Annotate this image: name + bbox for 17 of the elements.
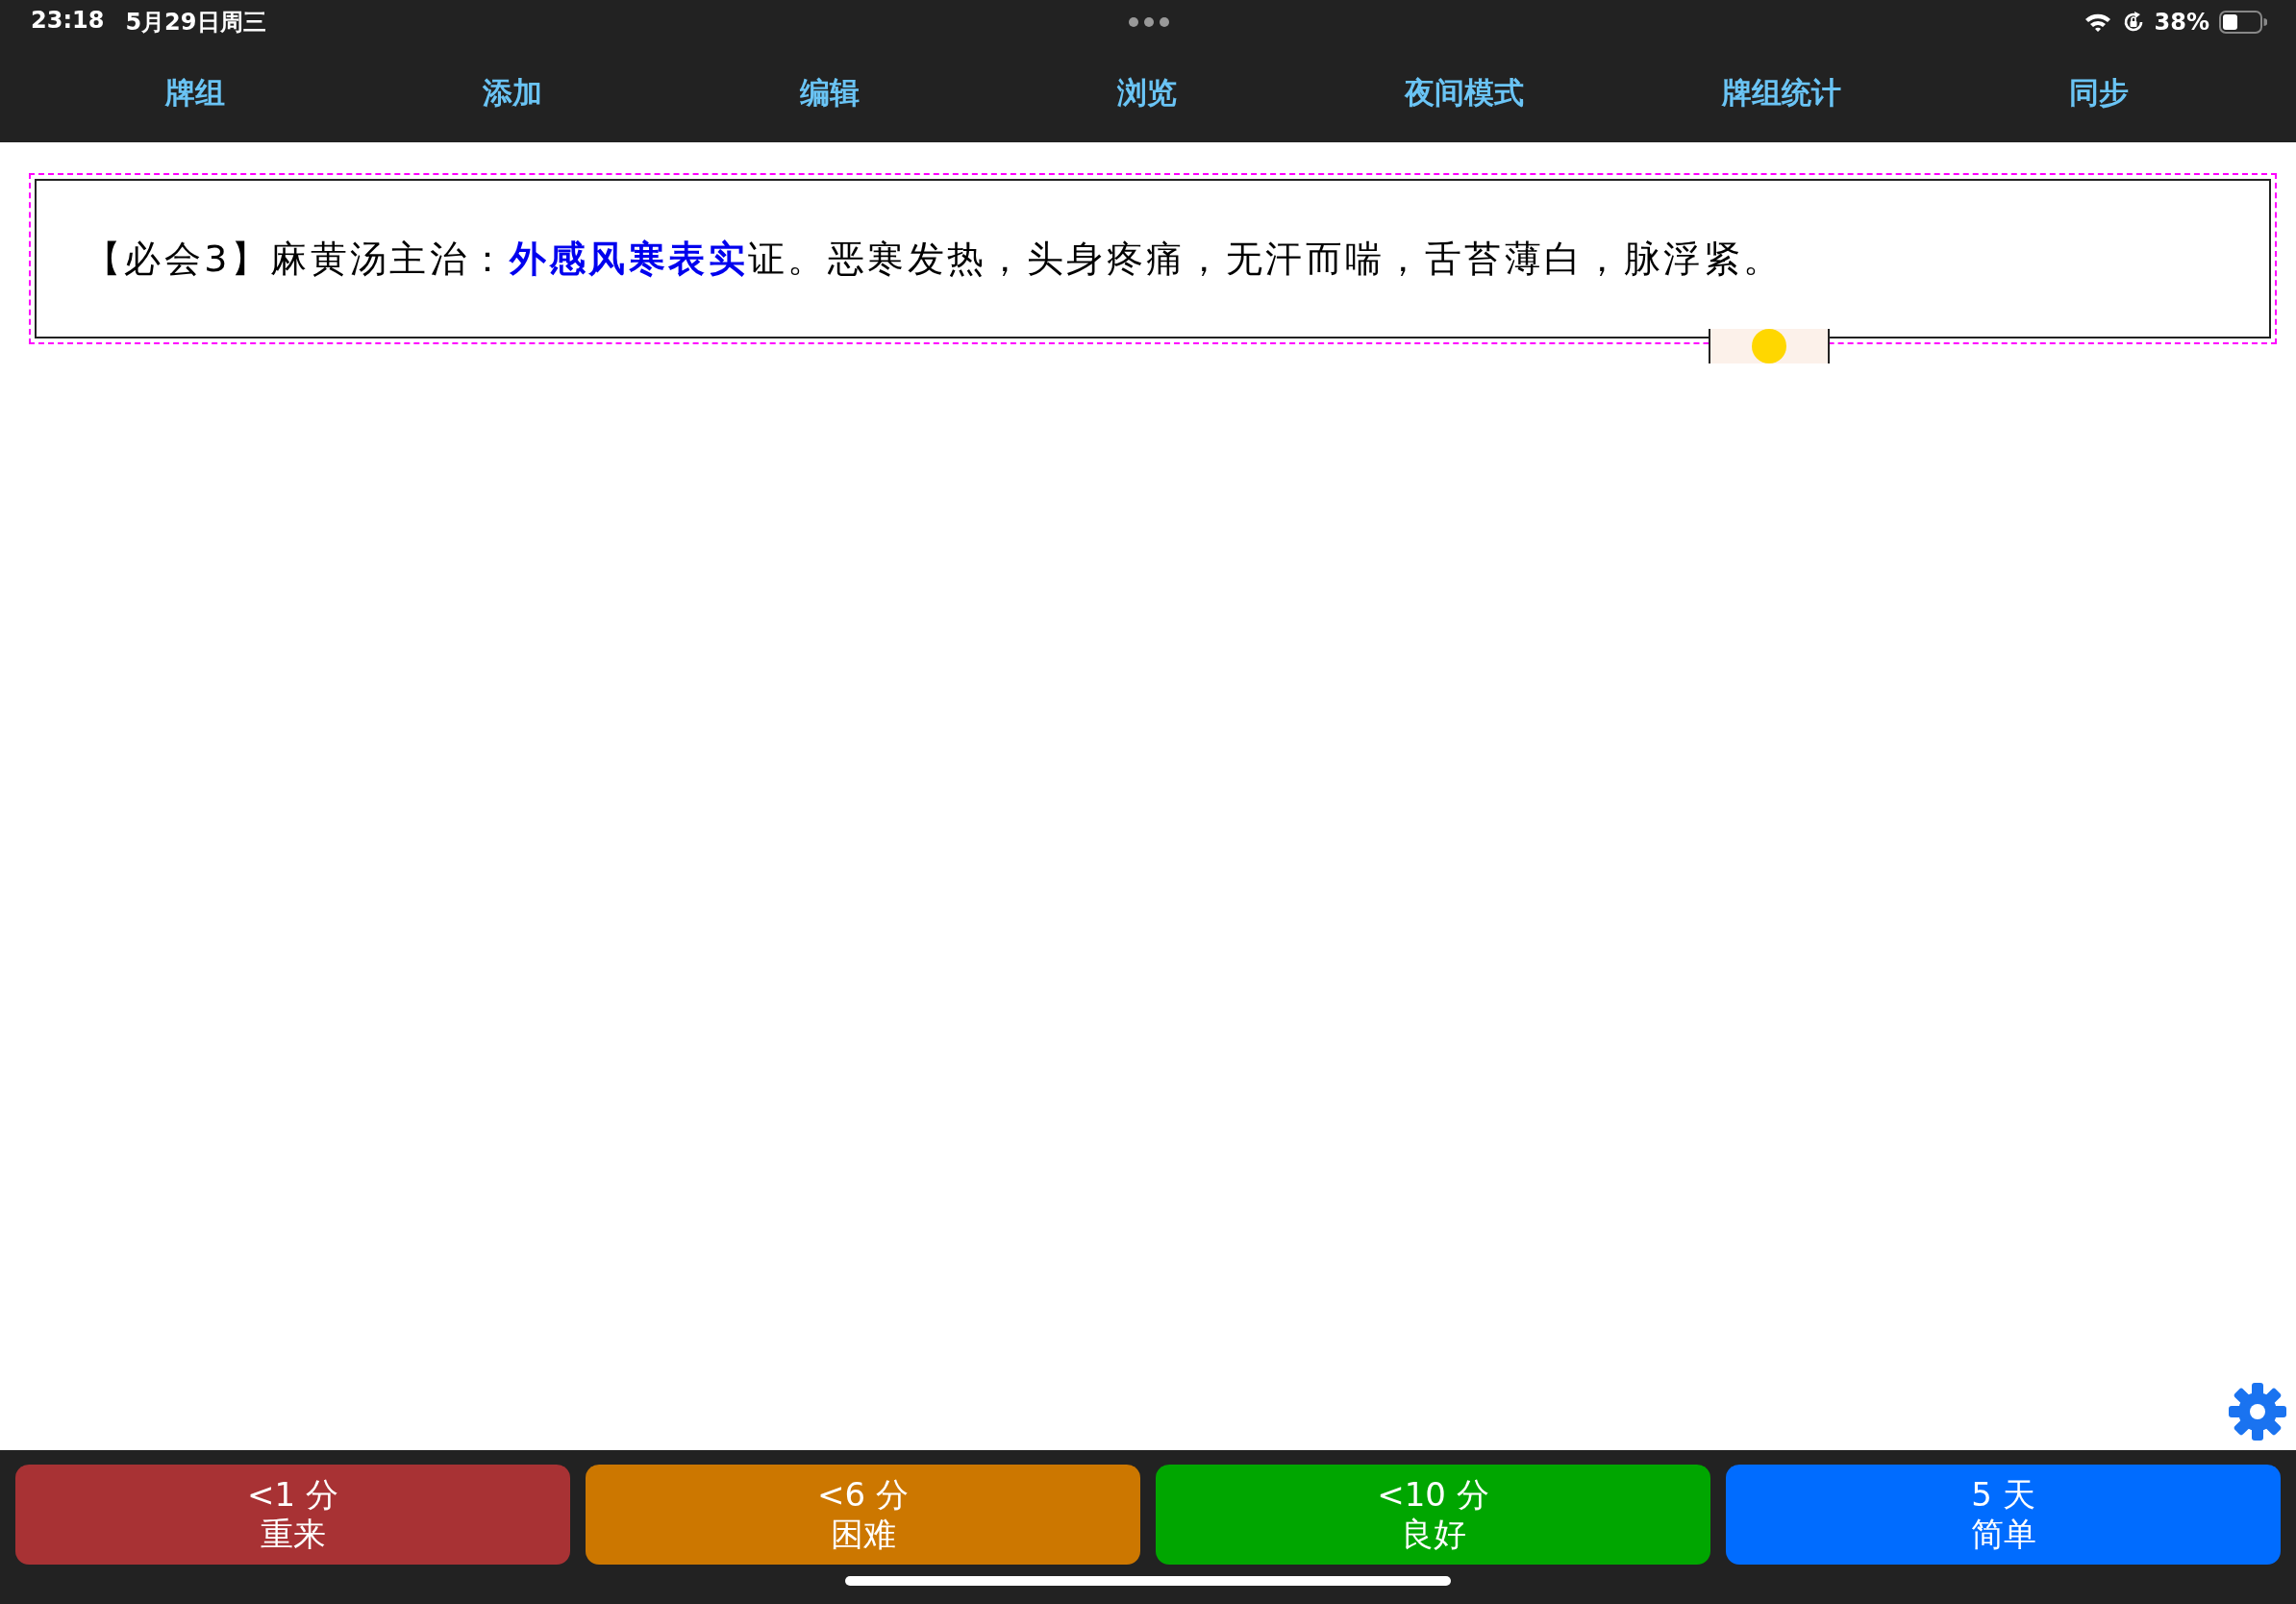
- toolbar-button[interactable]: 编辑: [794, 69, 865, 117]
- toolbar-button[interactable]: 牌组: [160, 69, 231, 117]
- answer-button[interactable]: 5 天 简单: [1726, 1465, 2281, 1565]
- toolbar-button[interactable]: 牌组统计: [1716, 69, 1847, 117]
- settings-icon[interactable]: [2227, 1381, 2288, 1442]
- multitask-dots-icon[interactable]: [1128, 16, 1170, 28]
- toolbar-button[interactable]: 浏览: [1111, 69, 1183, 117]
- toolbar-button[interactable]: 同步: [2063, 69, 2134, 117]
- battery-icon: [2219, 11, 2267, 34]
- card-text: 【必会3】麻黄汤主治：外感风寒表实证。恶寒发热，头身疼痛，无汗而喘，舌苔薄白，脉浮紧。: [85, 236, 1784, 282]
- status-time: 23:18: [31, 7, 105, 36]
- toolbar-button[interactable]: 夜间模式: [1399, 69, 1530, 117]
- toolbar-button[interactable]: 添加: [477, 69, 548, 117]
- answer-button[interactable]: <1 分 重来: [15, 1465, 570, 1565]
- resize-handle[interactable]: [1709, 329, 1830, 363]
- battery-percentage: 38%: [2154, 9, 2209, 36]
- status-date: 5月29日周三: [125, 8, 266, 38]
